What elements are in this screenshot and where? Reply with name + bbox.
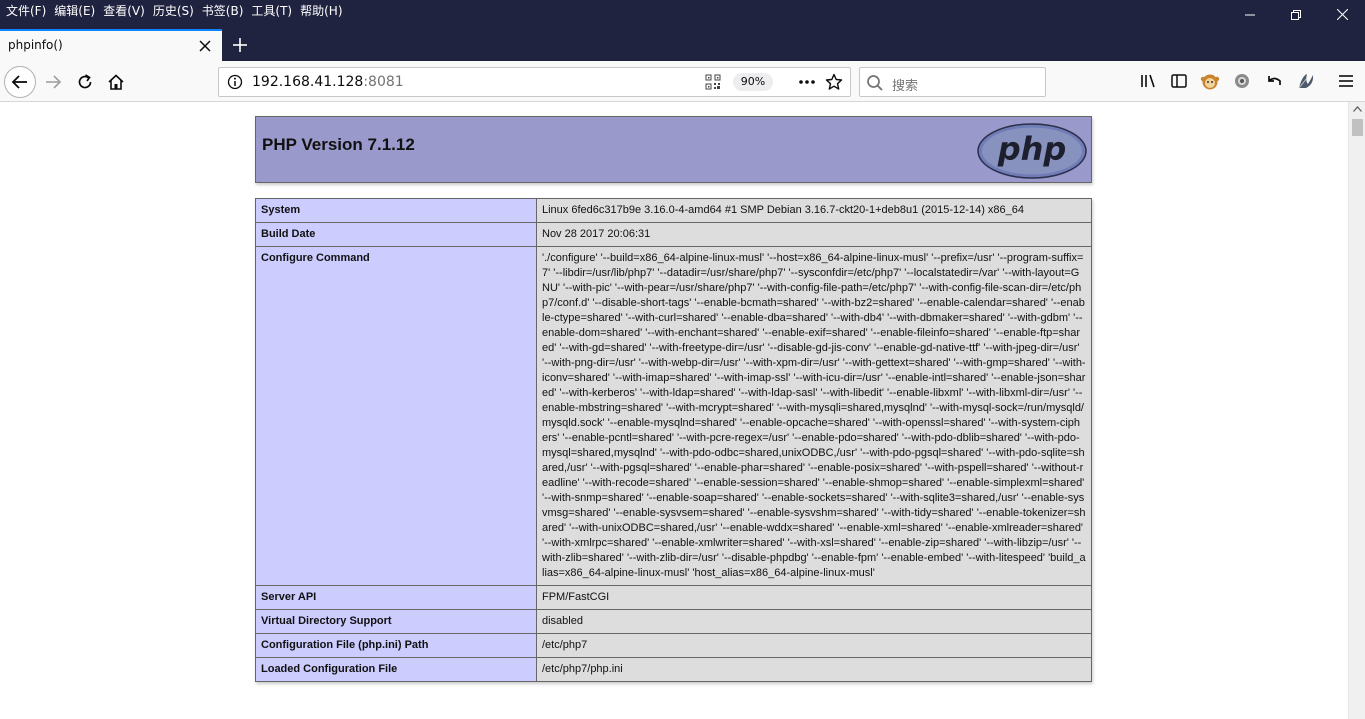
row-key: Virtual Directory Support	[255, 609, 537, 634]
menu-view[interactable]: 查看(V)	[101, 3, 151, 19]
extension-leaf-button[interactable]	[1296, 71, 1316, 91]
row-value: './configure' '--build=x86_64-alpine-lin…	[536, 246, 1092, 586]
url-host: 192.168.41.128	[252, 74, 364, 90]
home-icon	[108, 74, 124, 90]
sidebar-button[interactable]	[1169, 71, 1189, 91]
forward-arrow-icon	[46, 75, 62, 89]
tab-strip: phpinfo()	[0, 29, 1365, 61]
star-icon[interactable]	[825, 73, 843, 91]
tab-phpinfo[interactable]: phpinfo()	[0, 29, 222, 61]
search-placeholder: 搜索	[892, 79, 919, 94]
close-window-button[interactable]	[1319, 0, 1365, 29]
row-value: Linux 6fed6c317b9e 3.16.0-4-amd64 #1 SMP…	[536, 198, 1092, 223]
new-tab-icon[interactable]	[230, 35, 250, 55]
extension-monkey-icon	[1200, 74, 1220, 90]
table-row: Configure Command './configure' '--build…	[255, 246, 1092, 586]
reload-icon	[78, 74, 92, 89]
extension-gear-button[interactable]	[1232, 71, 1252, 91]
extension-leaf-icon	[1298, 74, 1314, 89]
search-icon	[867, 75, 883, 91]
row-value: FPM/FastCGI	[536, 585, 1092, 610]
table-row: Virtual Directory Support disabled	[255, 609, 1092, 634]
phpinfo-table: System Linux 6fed6c317b9e 3.16.0-4-amd64…	[255, 198, 1092, 682]
menu-bar: 文件(F) 编辑(E) 查看(V) 历史(S) 书签(B) 工具(T) 帮助(H…	[4, 3, 349, 19]
zoom-level-badge[interactable]: 90%	[733, 73, 773, 91]
row-value: disabled	[536, 609, 1092, 634]
menu-file[interactable]: 文件(F)	[4, 3, 52, 19]
back-arrow-icon	[11, 75, 27, 89]
hamburger-menu-icon	[1339, 75, 1353, 87]
extension-monkey-button[interactable]	[1200, 71, 1220, 91]
row-key: System	[255, 198, 537, 223]
php-logo[interactable]: php	[976, 122, 1088, 180]
back-button[interactable]	[4, 66, 36, 98]
forward-button[interactable]	[40, 69, 66, 95]
row-key: Build Date	[255, 222, 537, 247]
menu-history[interactable]: 历史(S)	[151, 3, 200, 19]
undo-button[interactable]	[1264, 71, 1284, 91]
minimize-button[interactable]	[1227, 0, 1273, 29]
hamburger-menu-button[interactable]	[1336, 71, 1356, 91]
table-row: System Linux 6fed6c317b9e 3.16.0-4-amd64…	[255, 198, 1092, 223]
nav-bar: 192.168.41.128:8081 90% 搜索	[0, 61, 1365, 102]
search-bar[interactable]: 搜索	[859, 67, 1046, 97]
title-bar: 文件(F) 编辑(E) 查看(V) 历史(S) 书签(B) 工具(T) 帮助(H…	[0, 0, 1365, 29]
home-button[interactable]	[103, 69, 129, 95]
tab-title: phpinfo()	[8, 38, 63, 52]
scrollbar-thumb[interactable]	[1352, 119, 1363, 136]
menu-bookmarks[interactable]: 书签(B)	[200, 3, 250, 19]
vertical-scrollbar[interactable]	[1348, 102, 1365, 719]
library-icon	[1141, 74, 1155, 88]
row-value: /etc/php7	[536, 633, 1092, 658]
minimize-icon	[1245, 14, 1255, 15]
menu-edit[interactable]: 编辑(E)	[52, 3, 101, 19]
row-value: Nov 28 2017 20:06:31	[536, 222, 1092, 247]
menu-help[interactable]: 帮助(H)	[298, 3, 348, 19]
row-value: /etc/php7/php.ini	[536, 657, 1092, 682]
tab-close-icon[interactable]	[198, 39, 212, 53]
php-version-header: PHP Version 7.1.12 php	[255, 116, 1092, 183]
table-row: Loaded Configuration File /etc/php7/php.…	[255, 657, 1092, 682]
sidebar-icon	[1171, 74, 1187, 88]
info-icon[interactable]	[227, 74, 243, 90]
page-title: PHP Version 7.1.12	[262, 135, 415, 154]
row-key: Server API	[255, 585, 537, 610]
restore-icon	[1291, 9, 1301, 20]
menu-tools[interactable]: 工具(T)	[249, 3, 298, 19]
extension-gear-icon	[1235, 74, 1249, 88]
restore-button[interactable]	[1273, 0, 1319, 29]
table-row: Configuration File (php.ini) Path /etc/p…	[255, 633, 1092, 658]
row-key: Loaded Configuration File	[255, 657, 537, 682]
row-key: Configure Command	[255, 246, 537, 586]
url-text[interactable]: 192.168.41.128:8081	[252, 74, 404, 90]
more-dots-icon[interactable]	[797, 73, 817, 91]
row-key: Configuration File (php.ini) Path	[255, 633, 537, 658]
address-bar[interactable]: 192.168.41.128:8081 90%	[218, 67, 851, 97]
php-logo-text: php	[997, 130, 1067, 168]
page-content: PHP Version 7.1.12 php System Linux 6fed…	[0, 102, 1348, 719]
qr-code-icon[interactable]	[705, 74, 721, 90]
table-row: Build Date Nov 28 2017 20:06:31	[255, 222, 1092, 247]
url-port: :8081	[363, 74, 404, 90]
library-button[interactable]	[1138, 71, 1158, 91]
table-row: Server API FPM/FastCGI	[255, 585, 1092, 610]
reload-button[interactable]	[72, 69, 98, 95]
undo-icon	[1268, 76, 1281, 85]
scroll-up-arrow-icon[interactable]	[1353, 106, 1362, 112]
close-icon	[1336, 9, 1348, 20]
